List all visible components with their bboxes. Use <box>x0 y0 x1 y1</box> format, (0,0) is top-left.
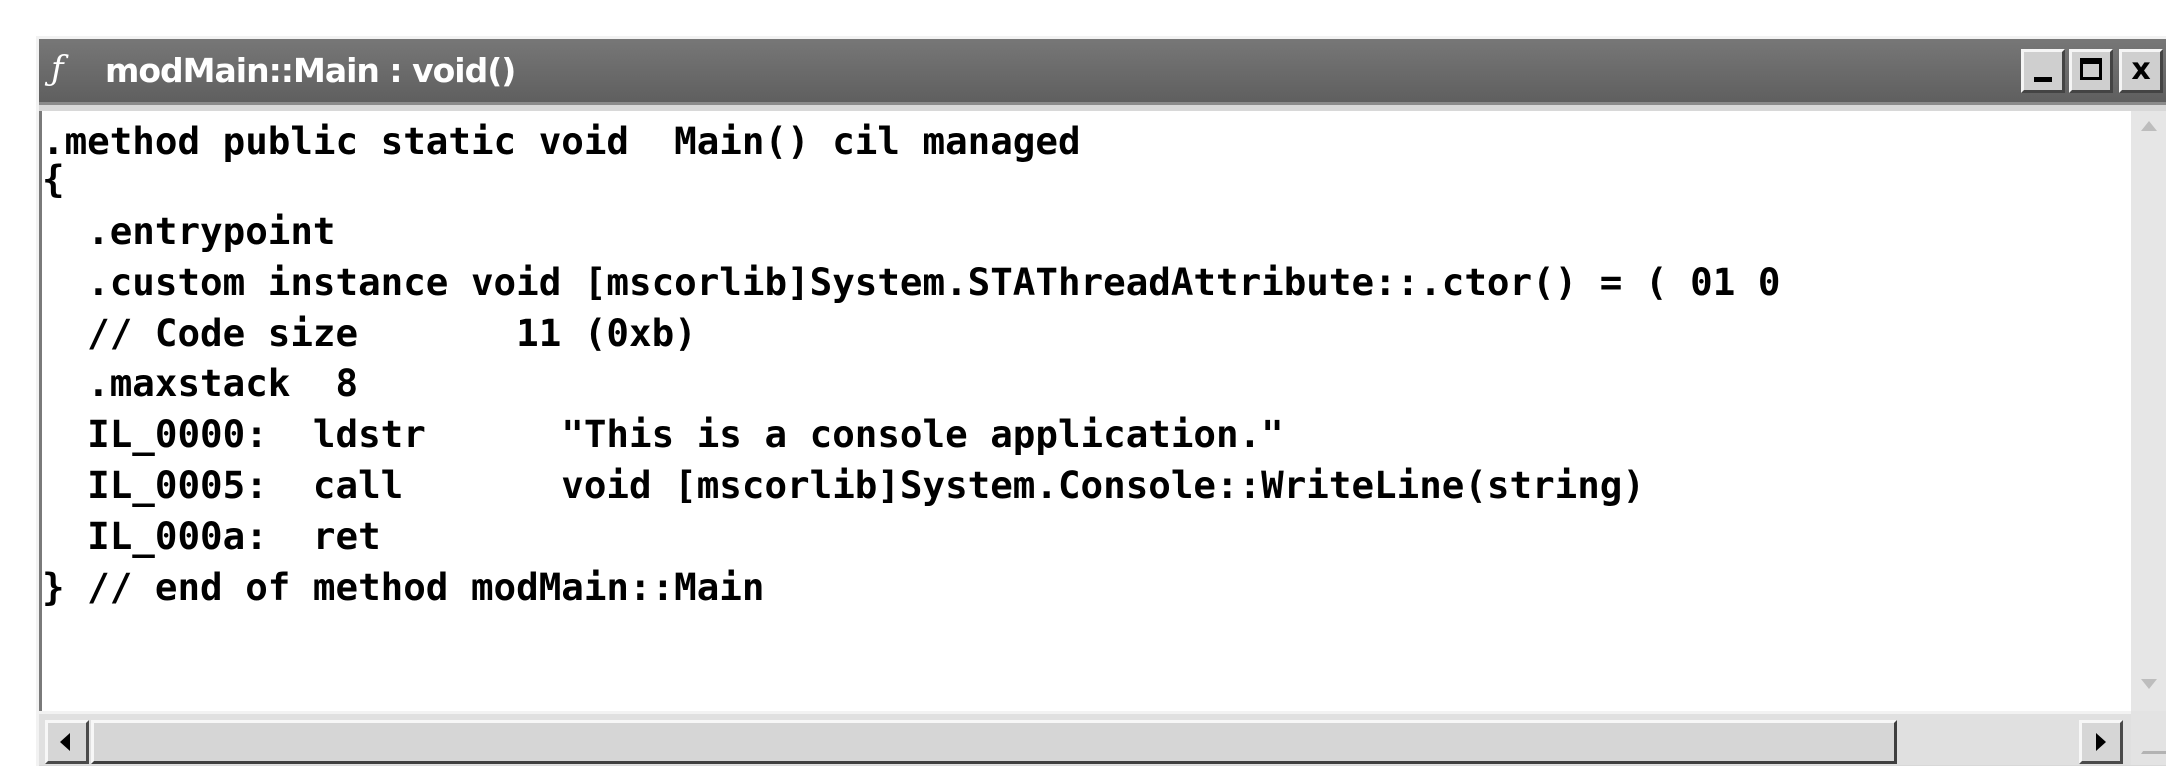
code-line-6: .maxstack 8 <box>42 361 359 405</box>
code-view[interactable]: .method public static void Main() cil ma… <box>39 111 2131 711</box>
code-line-2: { <box>42 157 65 201</box>
scroll-left-button[interactable] <box>45 720 89 764</box>
quill-icon: ƒ <box>51 49 64 89</box>
close-button[interactable]: x <box>2119 49 2163 93</box>
resize-grip-icon[interactable] <box>2131 711 2166 765</box>
code-line-8: IL_0005: call void [mscorlib]System.Cons… <box>42 463 1645 507</box>
maximize-button[interactable] <box>2069 49 2113 93</box>
code-line-10: } // end of method modMain::Main <box>42 565 765 609</box>
code-line-7: IL_0000: ldstr "This is a console applic… <box>42 412 1284 456</box>
horizontal-scrollbar[interactable] <box>39 711 2131 765</box>
horizontal-scroll-thumb[interactable] <box>91 720 1897 764</box>
ildasm-method-window: ƒ modMain::Main : void() x .method publi… <box>36 36 2166 766</box>
maximize-icon <box>2080 58 2102 80</box>
code-line-4: .custom instance void [mscorlib]System.S… <box>42 260 1781 304</box>
code-line-9: IL_000a: ret <box>42 514 381 558</box>
code-line-1: .method public static void Main() cil ma… <box>42 119 1081 163</box>
window-title: modMain::Main : void() <box>105 51 516 90</box>
arrow-left-icon <box>60 733 70 751</box>
arrow-right-icon <box>2096 733 2106 751</box>
minimize-button[interactable] <box>2021 49 2065 93</box>
code-line-3: .entrypoint <box>42 209 336 253</box>
scroll-down-icon[interactable] <box>2141 679 2157 689</box>
scroll-up-icon[interactable] <box>2141 121 2157 131</box>
code-line-5: // Code size 11 (0xb) <box>42 311 697 355</box>
vertical-scrollbar[interactable] <box>2131 111 2166 711</box>
minimize-icon <box>2034 77 2052 82</box>
title-bar[interactable]: ƒ modMain::Main : void() x <box>39 39 2166 105</box>
scroll-right-button[interactable] <box>2079 720 2123 764</box>
close-icon: x <box>2131 52 2151 87</box>
